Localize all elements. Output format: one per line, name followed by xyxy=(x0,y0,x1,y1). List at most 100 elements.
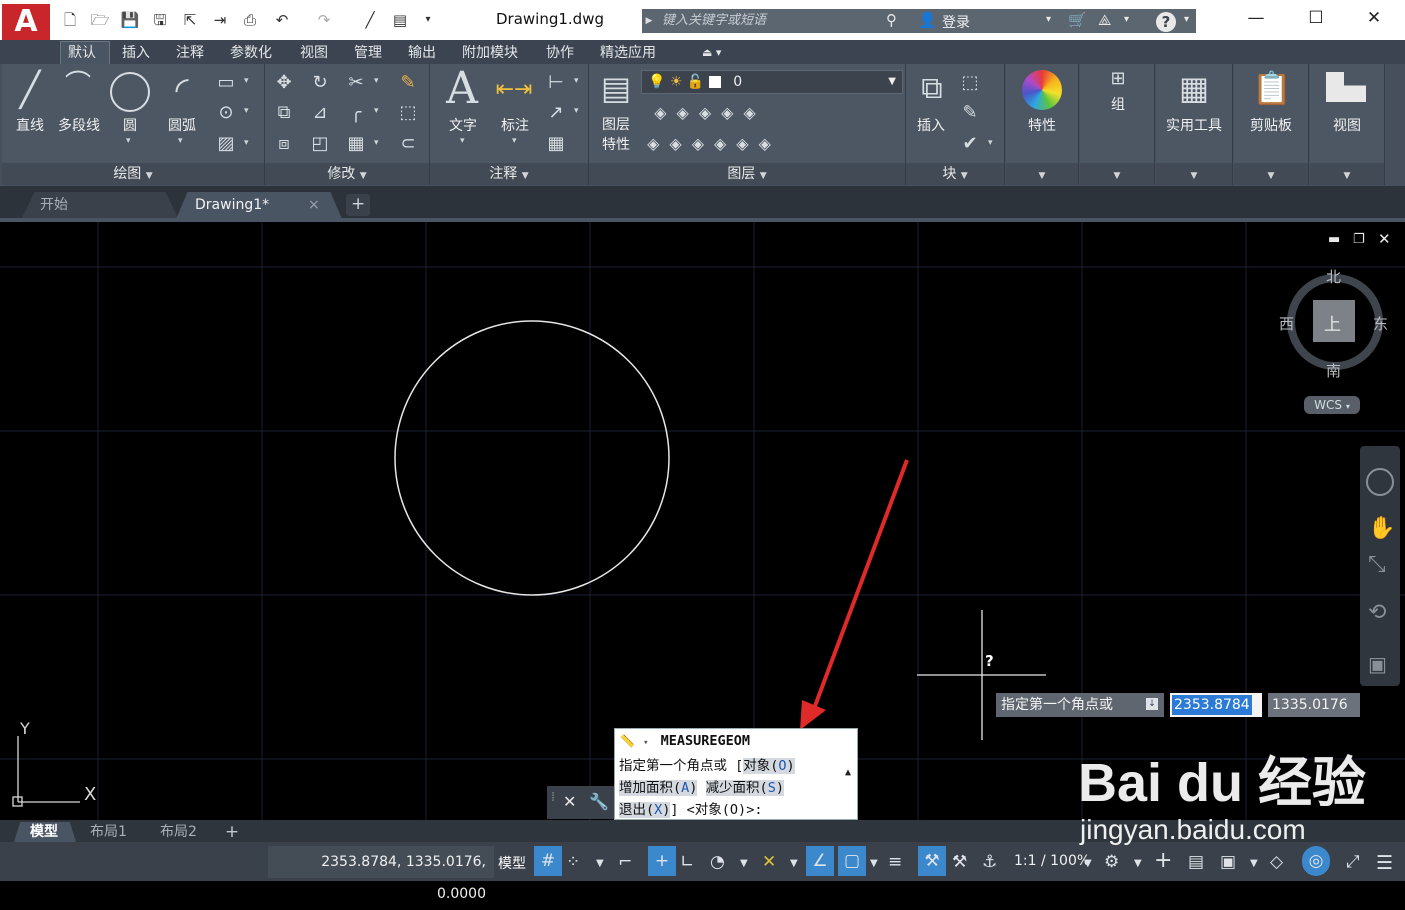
line-icon[interactable]: ╱ xyxy=(10,70,50,110)
zoom-extents-icon[interactable]: ⤡ xyxy=(1368,552,1386,577)
minimize-button[interactable]: — xyxy=(1236,8,1276,30)
tab-collaborate[interactable]: 协作 xyxy=(546,43,574,63)
utilities-panel-footer[interactable]: ▼ xyxy=(1156,163,1232,185)
modify-panel-footer[interactable]: 修改 ▼ xyxy=(265,163,429,185)
save-icon[interactable]: 💾 xyxy=(120,10,140,30)
dimension-icon[interactable]: ⇤⇥ xyxy=(494,72,534,108)
view-panel-expand-icon[interactable]: ▼ xyxy=(1344,171,1351,181)
compass-west[interactable]: 西 xyxy=(1279,313,1294,334)
dynamic-input-icon[interactable]: + xyxy=(648,846,676,876)
tab-annotate[interactable]: 注释 xyxy=(176,43,204,63)
layer-properties-icon[interactable]: ▤ xyxy=(596,68,636,108)
scale-dropdown-icon[interactable]: ▼ xyxy=(1084,858,1092,869)
model-space-button[interactable]: 模型 xyxy=(498,853,526,873)
rotate-icon[interactable]: ↻ xyxy=(308,72,332,94)
annotation-visibility-icon[interactable]: ⚒ xyxy=(918,846,946,876)
erase-icon[interactable]: ✎ xyxy=(396,72,420,94)
grid-display-icon[interactable]: # xyxy=(534,846,562,876)
scale-icon[interactable]: ◰ xyxy=(308,133,332,155)
layer-tools-row1-icons[interactable]: ◈◈◈◈◈ xyxy=(644,102,776,124)
layer-dropdown[interactable]: 💡 ☀ 🔓 0 ▼ xyxy=(641,70,903,94)
arc-dropdown-icon[interactable]: ▾ xyxy=(178,136,183,146)
open-folder-icon[interactable]: 🗁 xyxy=(90,10,110,30)
block-attribute-icon[interactable]: ✔ xyxy=(958,133,982,155)
isometric-dropdown-icon[interactable]: ▼ xyxy=(790,858,798,869)
option-subtract-area[interactable]: 减少面积(S) xyxy=(705,780,784,796)
properties-panel-expand-icon[interactable]: ▼ xyxy=(1039,171,1046,181)
tab-parametric[interactable]: 参数化 xyxy=(230,43,272,63)
fillet-dropdown-icon[interactable]: ▾ xyxy=(374,106,379,116)
units-icon[interactable]: ▤ xyxy=(1188,852,1204,872)
command-line-grip-icon[interactable]: ⁞ xyxy=(551,790,555,805)
clipboard-panel-expand-icon[interactable]: ▼ xyxy=(1268,171,1275,181)
stretch-icon[interactable]: ⧈ xyxy=(272,133,296,155)
showmotion-icon[interactable]: ▣ xyxy=(1368,652,1387,676)
option-exit[interactable]: 退出(X) xyxy=(619,802,671,818)
utilities-panel-expand-icon[interactable]: ▼ xyxy=(1191,171,1198,181)
linear-dim-dropdown-icon[interactable]: ▾ xyxy=(574,76,579,86)
binoculars-icon[interactable]: ⚲ xyxy=(886,11,897,29)
annotation-monitor-icon[interactable]: + xyxy=(1154,848,1172,873)
rectangle-icon[interactable]: ▭ xyxy=(214,72,238,94)
cart-icon[interactable]: 🛒 xyxy=(1068,11,1087,29)
sun-icon[interactable]: ☀ xyxy=(670,74,683,90)
wcs-menu[interactable]: WCS ▾ xyxy=(1304,396,1360,414)
tab-model[interactable]: 模型 xyxy=(30,822,58,842)
hatch-dropdown-icon[interactable]: ▾ xyxy=(244,138,249,148)
copy-icon[interactable]: ⧉ xyxy=(272,102,296,124)
groups-panel-footer[interactable]: ▼ xyxy=(1080,163,1154,185)
tab-output[interactable]: 输出 xyxy=(408,43,436,63)
modify-panel-expand-icon[interactable]: ▼ xyxy=(360,171,367,181)
utilities-button-label[interactable]: 实用工具 xyxy=(1158,115,1230,135)
rectangle-dropdown-icon[interactable]: ▾ xyxy=(244,76,249,86)
viewcube-face-label[interactable]: 上 xyxy=(1324,310,1341,335)
wcs-dropdown-icon[interactable]: ▾ xyxy=(1346,402,1350,411)
leader-icon[interactable]: ↗ xyxy=(544,102,568,124)
save-as-icon[interactable]: 🖫 xyxy=(150,10,170,30)
quick-access-dropdown-icon[interactable]: ▾ xyxy=(418,10,438,30)
dynamic-input-x-field[interactable]: 2353.8784 xyxy=(1170,693,1262,717)
viewport-restore-icon[interactable]: ❐ xyxy=(1353,232,1365,247)
layers-panel-footer[interactable]: 图层 ▼ xyxy=(589,163,905,185)
polar-dropdown-icon[interactable]: ▼ xyxy=(740,858,748,869)
help-dropdown-icon[interactable]: ▾ xyxy=(1184,14,1189,25)
compass-south[interactable]: 南 xyxy=(1326,360,1341,381)
isometric-icon[interactable]: ✕ xyxy=(762,852,776,872)
tab-manage[interactable]: 管理 xyxy=(354,43,382,63)
block-panel-expand-icon[interactable]: ▼ xyxy=(961,171,968,181)
polyline-button-label[interactable]: 多段线 xyxy=(52,115,106,135)
drawn-circle[interactable] xyxy=(394,320,670,596)
match-properties-icon[interactable]: ╱ xyxy=(360,10,380,30)
snap-dropdown-icon[interactable]: ▼ xyxy=(596,858,604,869)
ribbon-minimize-icon[interactable]: ⏏ ▾ xyxy=(702,43,721,63)
arc-button-label[interactable]: 圆弧 xyxy=(160,115,204,135)
layer-tools-row2-icons[interactable]: ◈◈◈◈◈◈ xyxy=(644,133,784,155)
quick-properties-icon[interactable]: ▣ xyxy=(1220,852,1236,872)
clipboard-icon[interactable]: 📋 xyxy=(1252,68,1292,108)
tab-layout2[interactable]: 布局2 xyxy=(160,822,197,842)
layer-dropdown-arrow-icon[interactable]: ▼ xyxy=(888,71,896,93)
properties-panel-footer[interactable]: ▼ xyxy=(1006,163,1078,185)
dimension-dropdown-icon[interactable]: ▾ xyxy=(512,136,517,146)
compass-north[interactable]: 北 xyxy=(1326,266,1341,287)
trim-icon[interactable]: ✂ xyxy=(344,72,368,94)
polyline-icon[interactable]: ⌒ xyxy=(56,72,100,98)
login-link[interactable]: 登录 xyxy=(942,12,970,32)
tab-close-icon[interactable]: × xyxy=(308,193,320,218)
line-button-label[interactable]: 直线 xyxy=(10,115,50,135)
a360-icon[interactable]: ⟁ xyxy=(1098,11,1111,29)
quick-properties-dropdown-icon[interactable]: ▼ xyxy=(1250,858,1258,869)
text-icon[interactable]: A xyxy=(442,66,482,112)
pan-hand-icon[interactable]: ✋ xyxy=(1368,516,1395,541)
tab-home[interactable]: 默认 xyxy=(68,43,96,63)
view-panel-footer[interactable]: ▼ xyxy=(1310,163,1384,185)
tab-layout1[interactable]: 布局1 xyxy=(90,822,127,842)
text-button-label[interactable]: 文字 xyxy=(444,115,482,135)
linear-dim-icon[interactable]: ⊢ xyxy=(544,72,568,94)
draw-panel-footer[interactable]: 绘图 ▼ xyxy=(2,163,264,185)
tab-drawing1[interactable]: Drawing1* xyxy=(195,193,269,218)
auto-scale-icon[interactable]: ⚒ xyxy=(952,852,967,872)
tab-start[interactable]: 开始 xyxy=(40,193,68,218)
fillet-icon[interactable]: ╭ xyxy=(344,102,368,124)
annotation-scale-value[interactable]: 1:1 / 100% xyxy=(1014,853,1090,869)
